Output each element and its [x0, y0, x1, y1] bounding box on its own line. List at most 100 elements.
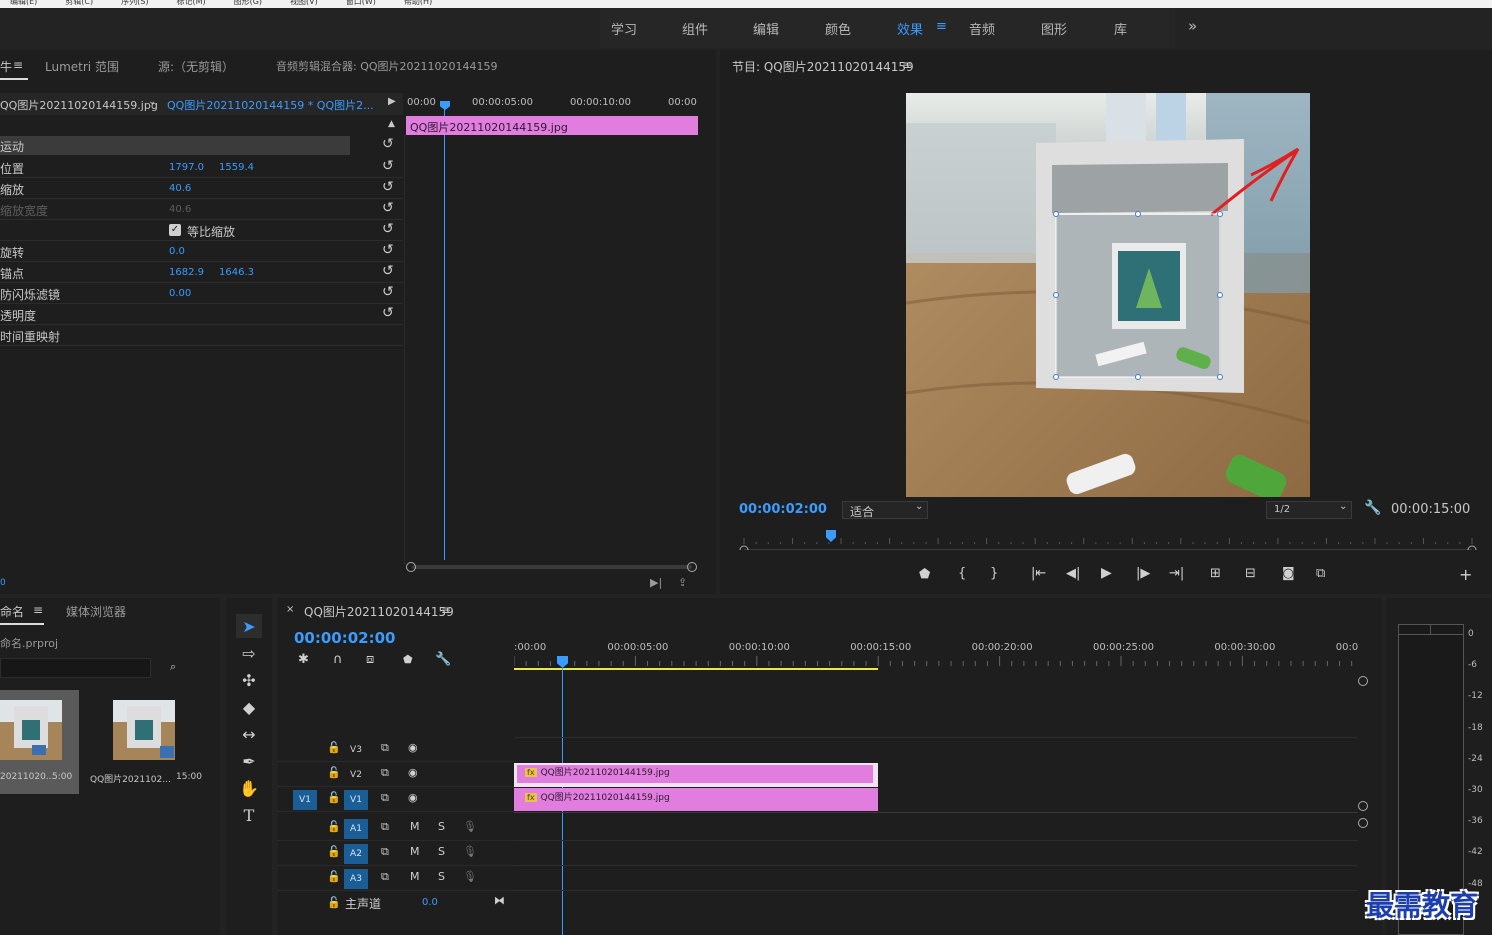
menu-item[interactable]: 窗口(W) — [346, 0, 376, 6]
workspace-libraries[interactable]: 库 — [1114, 19, 1127, 38]
hamburger-menu-icon[interactable]: ≡ — [902, 58, 912, 72]
step-back-icon[interactable]: ◀| — [1066, 566, 1080, 581]
menu-item[interactable]: 标记(M) — [176, 0, 205, 6]
reset-icon[interactable]: ↺ — [382, 284, 394, 300]
microphone-icon[interactable]: 🎙 — [463, 845, 477, 858]
master-track-header[interactable]: 🔓 主声道 0.0 ⧓ — [278, 892, 514, 916]
reset-icon[interactable]: ↺ — [382, 305, 394, 321]
pen-tool-icon[interactable]: ✒ — [236, 751, 262, 773]
reset-icon[interactable]: ↺ — [382, 221, 394, 237]
zoom-select[interactable]: 适合 ⌄ — [842, 501, 928, 519]
effect-property-row[interactable]: 锚点 1682.9 1646.3 ↺ — [0, 262, 403, 283]
reset-icon[interactable]: ↺ — [382, 200, 394, 216]
render-icon[interactable]: ▶| — [650, 576, 662, 589]
menu-item[interactable]: 图形(G) — [234, 0, 262, 6]
workspace-graphics[interactable]: 图形 — [1041, 19, 1067, 38]
lock-icon[interactable]: 🔓 — [327, 791, 341, 804]
go-to-end-icon[interactable]: ⧓ — [494, 894, 505, 907]
motion-section-header[interactable]: 运动 — [0, 136, 350, 155]
lock-icon[interactable]: 🔓 — [327, 845, 341, 858]
workspace-audio[interactable]: 音频 — [969, 19, 995, 38]
close-icon[interactable]: × — [286, 604, 294, 615]
track-target-a2[interactable]: A2 — [344, 844, 368, 864]
slip-tool-icon[interactable]: ↔ — [236, 724, 262, 746]
play-icon[interactable]: ▶ — [1101, 565, 1112, 581]
tab-media-browser[interactable]: 媒体浏览器 — [66, 603, 126, 620]
selection-tool-icon[interactable]: ➤ — [236, 616, 262, 638]
reset-icon[interactable]: ↺ — [382, 158, 394, 174]
effect-property-row[interactable]: 缩放 40.6 ↺ — [0, 178, 403, 199]
workspace-assembly[interactable]: 组件 — [682, 19, 708, 38]
work-area-bar[interactable] — [514, 668, 878, 670]
timeline-settings-wrench-icon[interactable]: 🔧 — [435, 652, 451, 667]
microphone-icon[interactable]: 🎙 — [463, 820, 477, 833]
menu-item[interactable]: 剪辑(C) — [65, 0, 93, 6]
wrench-icon[interactable]: 🔧 — [1364, 500, 1381, 516]
scroll-handle-left[interactable] — [406, 562, 416, 572]
effect-property-row[interactable]: 缩放宽度 40.6 ↺ — [0, 199, 403, 220]
go-to-in-icon[interactable]: |⇤ — [1031, 566, 1046, 581]
timeline-v-scroll-handle[interactable] — [1358, 801, 1368, 811]
track-target-v2[interactable]: V2 — [344, 765, 368, 785]
sync-lock-icon[interactable]: ⧉ — [381, 766, 389, 780]
tab-project[interactable]: 命名 — [0, 603, 24, 620]
audio-track-header[interactable]: 🔓 A2 ⧉ M S 🎙 — [278, 842, 514, 866]
lock-icon[interactable]: 🔓 — [327, 870, 341, 883]
lift-icon[interactable]: ⊞ — [1210, 566, 1221, 581]
audio-track-header[interactable]: 🔓 A1 ⧉ M S 🎙 — [278, 817, 514, 841]
export-icon[interactable]: ⇪ — [678, 576, 687, 589]
extract-icon[interactable]: ⊟ — [1245, 566, 1256, 581]
ec-horizontal-scrollbar[interactable] — [412, 565, 692, 569]
effect-property-value[interactable]: 1559.4 — [219, 162, 254, 173]
timeline-ruler[interactable]: :00:00 00:00:05:00 00:00:10:00 00:00:15:00 0… — [513, 638, 1365, 672]
collapse-up-icon[interactable]: ▲ — [388, 119, 395, 129]
audio-track-header[interactable]: 🔓 A3 ⧉ M S 🎙 — [278, 867, 514, 891]
play-triangle-icon[interactable]: ▶ — [388, 96, 396, 107]
menu-item[interactable]: 序列(S) — [121, 0, 148, 6]
ripple-edit-tool-icon[interactable]: ✣ — [236, 670, 262, 692]
scroll-handle-right[interactable] — [687, 562, 697, 572]
solo-button[interactable]: S — [438, 845, 445, 858]
video-track-header[interactable]: 🔓 V2 ⧉ ◉ — [278, 763, 514, 787]
clip-v1[interactable]: fx QQ图片20211020144159.jpg — [514, 788, 878, 811]
lock-icon[interactable]: 🔓 — [327, 896, 341, 909]
program-scrub-bar[interactable] — [738, 530, 1478, 555]
video-track-header[interactable]: 🔓 V1 ⧉ ◉ V1 — [278, 788, 514, 812]
hand-tool-icon[interactable]: ✋ — [236, 778, 262, 800]
nest-toggle-icon[interactable]: ✱ — [298, 652, 309, 667]
menu-item[interactable]: 视图(V) — [290, 0, 318, 6]
effect-property-value[interactable]: 40.6 — [169, 183, 191, 194]
add-marker-icon[interactable]: ⬟ — [919, 567, 930, 582]
clip-v2[interactable]: fx QQ图片20211020144159.jpg — [517, 765, 873, 783]
eye-icon[interactable]: ◉ — [408, 766, 418, 779]
add-marker-icon[interactable]: ⬟ — [403, 653, 413, 666]
effect-property-value[interactable]: 1797.0 — [169, 162, 204, 173]
effect-property-value[interactable]: 0.00 — [169, 288, 191, 299]
menu-bar[interactable]: 编辑(E) 剪辑(C) 序列(S) 标记(M) 图形(G) 视图(V) 窗口(W) 帮助(H) — [0, 0, 1492, 8]
eye-icon[interactable]: ◉ — [408, 791, 418, 804]
timeline-v-scroll-handle[interactable] — [1358, 818, 1368, 828]
sequence-clip-label[interactable]: QQ图片20211020144159 * QQ图片2... — [167, 97, 374, 113]
lock-icon[interactable]: 🔓 — [327, 820, 341, 833]
workspace-effects[interactable]: 效果 — [897, 19, 923, 38]
mute-button[interactable]: M — [410, 845, 420, 858]
program-video-frame[interactable] — [906, 93, 1310, 497]
mute-button[interactable]: M — [410, 870, 420, 883]
mark-out-icon[interactable]: } — [990, 566, 998, 581]
effect-property-row[interactable]: 防闪烁滤镜 0.00 ↺ — [0, 283, 403, 304]
workspace-editing[interactable]: 编辑 — [753, 19, 779, 38]
source-patch-v1[interactable]: V1 — [293, 790, 317, 810]
reset-icon[interactable]: ↺ — [382, 179, 394, 195]
sync-lock-icon[interactable]: ⧉ — [381, 845, 389, 859]
sync-lock-icon[interactable]: ⧉ — [381, 820, 389, 834]
find-icon[interactable]: ⌕ — [170, 660, 176, 674]
master-clip-label[interactable]: QQ图片20211020144159.jpg — [0, 97, 158, 113]
sync-lock-icon[interactable]: ⧉ — [381, 870, 389, 884]
linked-selection-icon[interactable]: ⧈ — [366, 652, 374, 667]
effect-property-row[interactable]: 位置 1797.0 1559.4 ↺ — [0, 157, 403, 178]
menu-item[interactable]: 帮助(H) — [404, 0, 432, 6]
effect-property-value[interactable]: 40.6 — [169, 204, 191, 215]
workspace-learn[interactable]: 学习 — [611, 19, 637, 38]
tab-source[interactable]: 源:（无剪辑） — [158, 58, 234, 75]
track-target-a1[interactable]: A1 — [344, 819, 368, 839]
